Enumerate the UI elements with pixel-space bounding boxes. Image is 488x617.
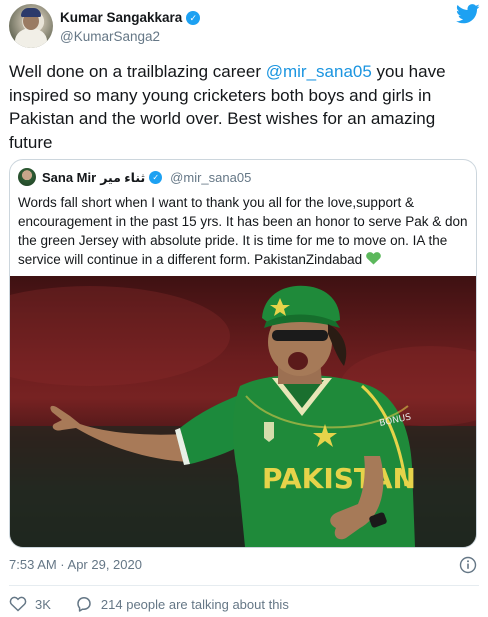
quoted-tweet-header: Sana Mir ثناء میر ✓ @mir_sana05 — [18, 168, 251, 186]
quoted-author-handle: @mir_sana05 — [170, 169, 252, 185]
quoted-author-urdu-name: ثناء میر — [100, 170, 146, 185]
tweet-actions: 3K 214 people are talking about this — [9, 593, 289, 615]
author-name-row[interactable]: Kumar Sangakkara ✓ — [60, 10, 201, 25]
tweet-card: Kumar Sangakkara ✓ @KumarSanga2 Well don… — [0, 0, 488, 617]
like-button[interactable]: 3K — [9, 595, 51, 613]
conversation-link[interactable]: 214 people are talking about this — [75, 595, 289, 613]
info-icon[interactable] — [459, 556, 477, 574]
cricketer-photo: PAKISTAN BONUS — [10, 285, 476, 547]
author-display-name[interactable]: Kumar Sangakkara — [60, 10, 182, 25]
quoted-tweet[interactable]: Sana Mir ثناء میر ✓ @mir_sana05 Words fa… — [9, 159, 477, 548]
quoted-tweet-photo[interactable]: PAKISTAN BONUS — [10, 276, 476, 547]
green-heart-icon — [366, 252, 381, 265]
twitter-bird-icon[interactable] — [456, 4, 480, 24]
jersey-text: PAKISTAN — [262, 462, 416, 495]
heart-icon — [9, 596, 27, 612]
author-avatar[interactable] — [9, 4, 53, 48]
quoted-tweet-body: Words fall short when I want to thank yo… — [18, 195, 468, 267]
mention-link[interactable]: @mir_sana05 — [266, 62, 372, 81]
quoted-tweet-text: Words fall short when I want to thank yo… — [18, 193, 470, 269]
quoted-verified-badge-icon: ✓ — [149, 170, 163, 184]
tweet-header: Kumar Sangakkara ✓ @KumarSanga2 — [9, 4, 480, 50]
tweet-text-before: Well done on a trailblazing career — [9, 62, 266, 81]
author-handle[interactable]: @KumarSanga2 — [60, 29, 160, 44]
quoted-author-avatar — [18, 168, 36, 186]
speech-bubble-icon — [77, 597, 91, 612]
divider — [9, 585, 479, 586]
conversation-text: 214 people are talking about this — [100, 596, 289, 612]
tweet-text: Well done on a trailblazing career @mir_… — [9, 60, 479, 154]
quoted-author-name: Sana Mir — [42, 169, 97, 185]
like-count: 3K — [35, 596, 51, 612]
verified-badge-icon: ✓ — [186, 10, 201, 25]
tweet-timestamp[interactable]: 7:53 AM · Apr 29, 2020 — [9, 557, 142, 572]
